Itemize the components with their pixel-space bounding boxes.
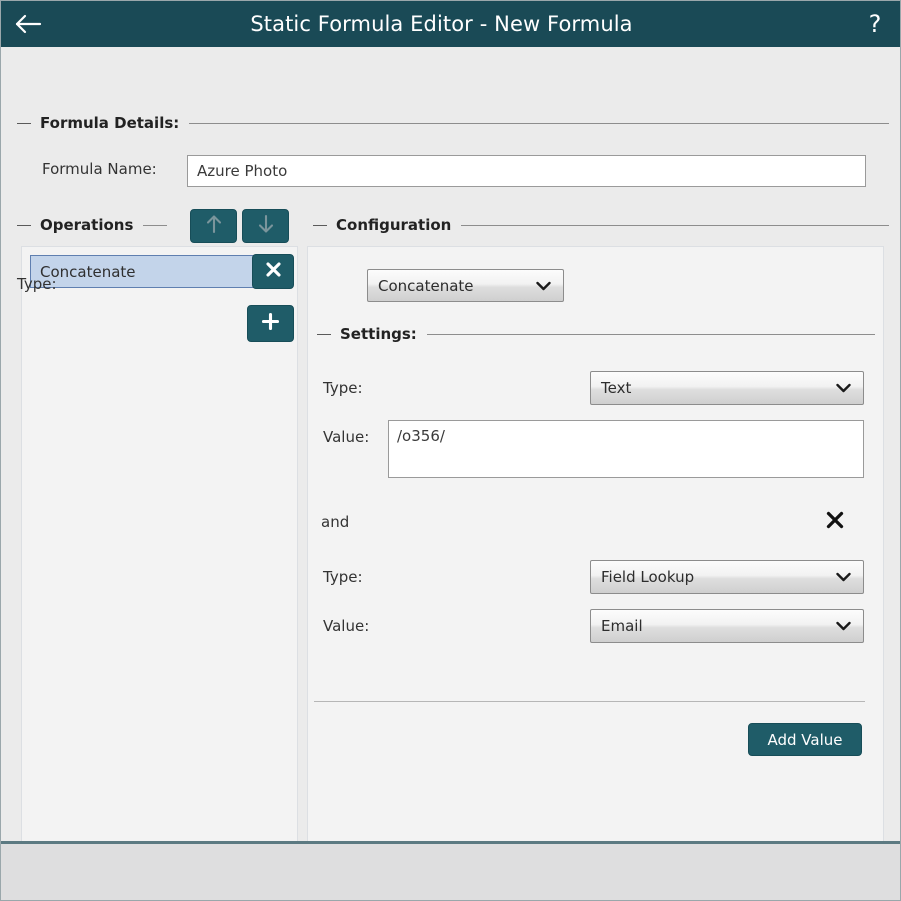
settings-group-header: Settings: bbox=[317, 324, 875, 344]
chevron-down-icon bbox=[836, 568, 851, 586]
settings-row-2-type-value: Field Lookup bbox=[601, 568, 695, 586]
collapse-dash-icon bbox=[313, 224, 327, 226]
settings-title: Settings: bbox=[340, 325, 417, 343]
add-operation-button[interactable] bbox=[247, 305, 294, 342]
configuration-type-select[interactable]: Concatenate bbox=[367, 269, 564, 302]
list-item[interactable]: Concatenate bbox=[30, 255, 258, 288]
help-button[interactable]: ? bbox=[848, 1, 900, 47]
footer-bar: Exit Save bbox=[1, 844, 900, 900]
move-operation-down-button[interactable] bbox=[242, 209, 289, 243]
chevron-down-icon bbox=[836, 617, 851, 635]
configuration-type-label: Type: bbox=[17, 275, 57, 293]
window-title: Static Formula Editor - New Formula bbox=[250, 12, 633, 36]
remove-value-row-button[interactable] bbox=[821, 509, 849, 535]
static-formula-editor-window: Static Formula Editor - New Formula ? Fo… bbox=[0, 0, 901, 901]
group-rule bbox=[461, 224, 889, 226]
group-rule bbox=[426, 333, 875, 335]
settings-row-1-type-value: Text bbox=[601, 379, 632, 397]
arrow-up-icon bbox=[206, 214, 222, 238]
settings-row-2-value-label: Value: bbox=[323, 617, 370, 635]
collapse-dash-icon bbox=[317, 333, 331, 335]
plus-icon bbox=[261, 312, 280, 335]
close-x-icon bbox=[265, 261, 282, 282]
settings-row-2-value-value: Email bbox=[601, 617, 643, 635]
settings-row-1-value-textarea[interactable]: /o356/ bbox=[388, 420, 864, 478]
settings-row-1-type-label: Type: bbox=[323, 379, 363, 397]
collapse-dash-icon bbox=[17, 122, 31, 124]
operations-title: Operations bbox=[40, 216, 134, 234]
settings-row-2-type-label: Type: bbox=[323, 568, 363, 586]
settings-row-2-value-select[interactable]: Email bbox=[590, 609, 864, 643]
settings-divider bbox=[314, 701, 865, 702]
close-x-icon bbox=[825, 510, 845, 534]
collapse-dash-icon bbox=[17, 224, 31, 226]
settings-row-1-type-select[interactable]: Text bbox=[590, 371, 864, 405]
settings-conjunction-label: and bbox=[321, 513, 350, 531]
settings-row-2-type-select[interactable]: Field Lookup bbox=[590, 560, 864, 594]
operations-group-header: Operations bbox=[17, 215, 168, 235]
group-rule bbox=[189, 122, 889, 124]
remove-operation-button[interactable] bbox=[252, 254, 294, 289]
formula-details-group-header: Formula Details: bbox=[17, 113, 889, 133]
group-rule bbox=[143, 224, 168, 226]
arrow-down-icon bbox=[258, 214, 274, 238]
formula-name-label: Formula Name: bbox=[42, 160, 157, 178]
content-area: Formula Details: Formula Name: Operation… bbox=[1, 47, 900, 852]
settings-row-1-value-label: Value: bbox=[323, 428, 370, 446]
move-operation-up-button[interactable] bbox=[190, 209, 237, 243]
chevron-down-icon bbox=[536, 277, 551, 295]
titlebar: Static Formula Editor - New Formula ? bbox=[1, 1, 900, 47]
formula-name-input[interactable] bbox=[187, 155, 866, 187]
chevron-down-icon bbox=[836, 379, 851, 397]
configuration-type-value: Concatenate bbox=[378, 276, 474, 295]
configuration-title: Configuration bbox=[336, 216, 452, 234]
add-value-button[interactable]: Add Value bbox=[748, 723, 862, 756]
formula-details-title: Formula Details: bbox=[40, 114, 180, 132]
configuration-group-header: Configuration bbox=[313, 215, 889, 235]
